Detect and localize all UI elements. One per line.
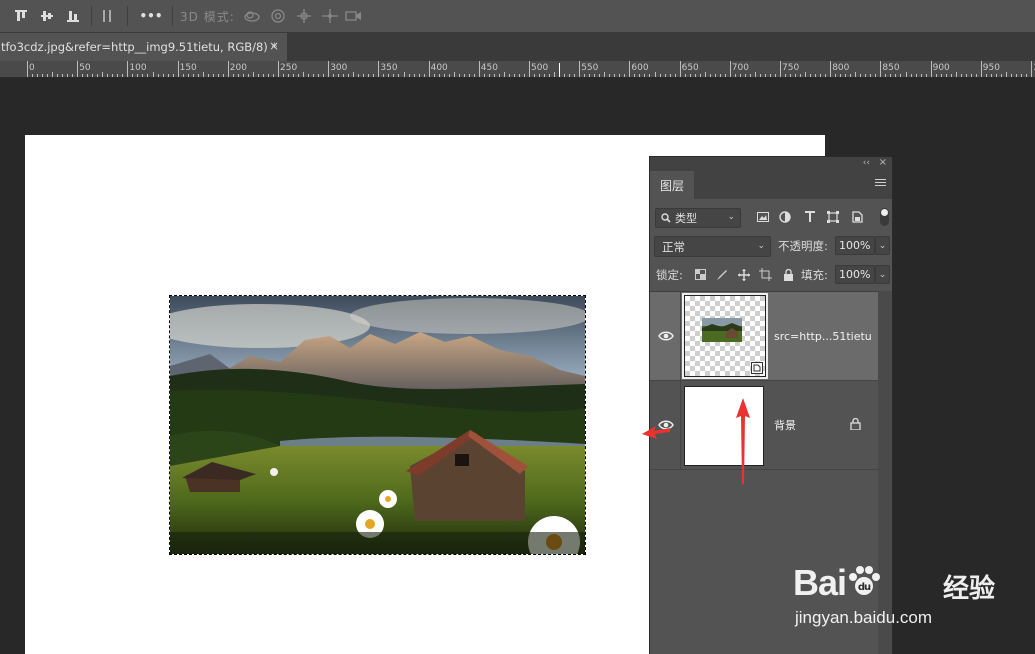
filter-smart-object-icon[interactable] [850, 210, 864, 224]
3d-camera-icon[interactable] [345, 7, 363, 25]
distribute-icon[interactable] [98, 7, 116, 25]
landscape-thumbnail-image [702, 318, 742, 342]
ruler-tick-label: 450 [480, 63, 498, 73]
layer-row-background[interactable]: 背景 [650, 381, 878, 470]
panel-header-bar: ‹‹ × [650, 157, 892, 171]
lock-image-pixels-icon[interactable] [715, 268, 728, 281]
lock-all-icon[interactable] [782, 268, 795, 281]
opacity-label: 不透明度: [778, 239, 828, 253]
align-bottom-icon[interactable] [64, 7, 82, 25]
blend-mode-value: 正常 [662, 239, 685, 254]
lock-position-icon[interactable] [737, 268, 750, 281]
filter-adjustment-icon[interactable] [778, 210, 792, 224]
ruler-tick-label: 400 [430, 63, 448, 73]
close-panel-icon[interactable]: × [879, 157, 887, 168]
layer-name[interactable]: 背景 [774, 417, 796, 433]
document-tab[interactable]: tfo3cdz.jpg&refer=http__img9.51tietu, RG… [0, 33, 287, 61]
watermark-brand-text: Baidudu [793, 562, 882, 604]
3d-pan-icon[interactable] [295, 7, 313, 25]
paw-logo-icon: du [849, 566, 881, 595]
more-options-button[interactable]: ••• [140, 7, 163, 25]
opacity-input[interactable]: 100% [835, 236, 875, 255]
3d-orbit-icon[interactable] [243, 7, 261, 25]
filter-type-icon[interactable] [803, 210, 817, 224]
ruler-tick-label: 650 [681, 63, 699, 73]
layer-name[interactable]: src=http...51tietu [774, 330, 872, 343]
layer-filter-select[interactable]: 类型 ⌄ [655, 208, 741, 228]
ruler-tick-label: 750 [782, 63, 800, 73]
horizontal-ruler: 0 50 100 150 200 250 300 350 400 450 500 550 600 650 7… [0, 61, 1035, 78]
ruler-tick-label: 550 [581, 63, 599, 73]
fill-label: 填充: [801, 268, 828, 282]
lock-icon [850, 418, 861, 430]
align-top-icon[interactable] [12, 7, 30, 25]
ruler-tick-label: 800 [832, 63, 850, 73]
ruler-tick-label: 700 [731, 63, 749, 73]
search-icon [661, 213, 671, 223]
ruler-tick-label: 350 [380, 63, 398, 73]
ruler-tick-label: 250 [280, 63, 298, 73]
ruler-tick-label: 900 [932, 63, 950, 73]
panel-menu-icon[interactable] [875, 179, 886, 188]
ruler-tick-label: 300 [330, 63, 348, 73]
3d-slide-icon[interactable] [321, 7, 339, 25]
ruler-tick-label: 0 [29, 63, 35, 73]
collapse-panel-icon[interactable]: ‹‹ [863, 158, 870, 168]
ruler-tick-label: 600 [631, 63, 649, 73]
ruler-tick-label: 50 [79, 63, 91, 73]
ruler-tick-label: 950 [982, 63, 1000, 73]
3d-roll-icon[interactable] [269, 7, 287, 25]
ruler-tick-label: 200 [229, 63, 247, 73]
chevron-down-icon: ⌄ [727, 212, 735, 222]
red-arrow-up-annotation [736, 398, 750, 484]
layer-thumbnail [684, 386, 764, 466]
blend-mode-select[interactable]: 正常 ⌄ [654, 236, 771, 257]
lock-label: 锁定: [656, 268, 683, 282]
fill-input[interactable]: 100% [835, 265, 875, 284]
lock-artboard-icon[interactable] [759, 268, 772, 281]
3d-mode-label: 3D 模式: [180, 10, 235, 24]
smart-object-badge-icon [751, 362, 763, 374]
panel-tab-strip: 图层 [650, 171, 892, 199]
placed-landscape-image[interactable] [169, 295, 586, 555]
watermark-url: jingyan.baidu.com [795, 608, 933, 627]
chevron-down-icon: ⌄ [757, 241, 765, 251]
layer-row-smart-object[interactable]: src=http...51tietu [650, 292, 878, 381]
align-vcenter-icon[interactable] [38, 7, 56, 25]
tab-layers[interactable]: 图层 [650, 171, 694, 199]
layer-thumbnail [682, 293, 768, 379]
svg-text:du: du [858, 582, 871, 593]
filter-toggle-switch[interactable] [880, 208, 889, 226]
opacity-dropdown-button[interactable]: ⌄ [875, 236, 890, 255]
options-bar: ••• 3D 模式: [0, 0, 1035, 33]
filter-shape-icon[interactable] [826, 210, 840, 224]
filter-pixel-icon[interactable] [756, 210, 770, 224]
ruler-tick-label: 500 [531, 63, 549, 73]
baidu-jingyan-watermark: Baidudu 经验 jingyan.baidu.com [793, 542, 1035, 654]
watermark-cn-text: 经验 [943, 574, 996, 604]
ruler-tick-label: 150 [179, 63, 197, 73]
document-tab-bar: tfo3cdz.jpg&refer=http__img9.51tietu, RG… [0, 33, 1035, 61]
ruler-tick-label: 100 [129, 63, 147, 73]
lock-transparent-pixels-icon[interactable] [694, 268, 707, 281]
close-tab-icon[interactable]: × [269, 39, 279, 53]
red-arrow-left-annotation [642, 426, 670, 439]
document-title: tfo3cdz.jpg&refer=http__img9.51tietu, RG… [1, 40, 278, 54]
fill-dropdown-button[interactable]: ⌄ [875, 265, 890, 284]
eye-visibility-icon[interactable] [658, 330, 674, 342]
ruler-tick-label: 850 [882, 63, 900, 73]
filter-kind-label: 类型 [675, 212, 697, 225]
